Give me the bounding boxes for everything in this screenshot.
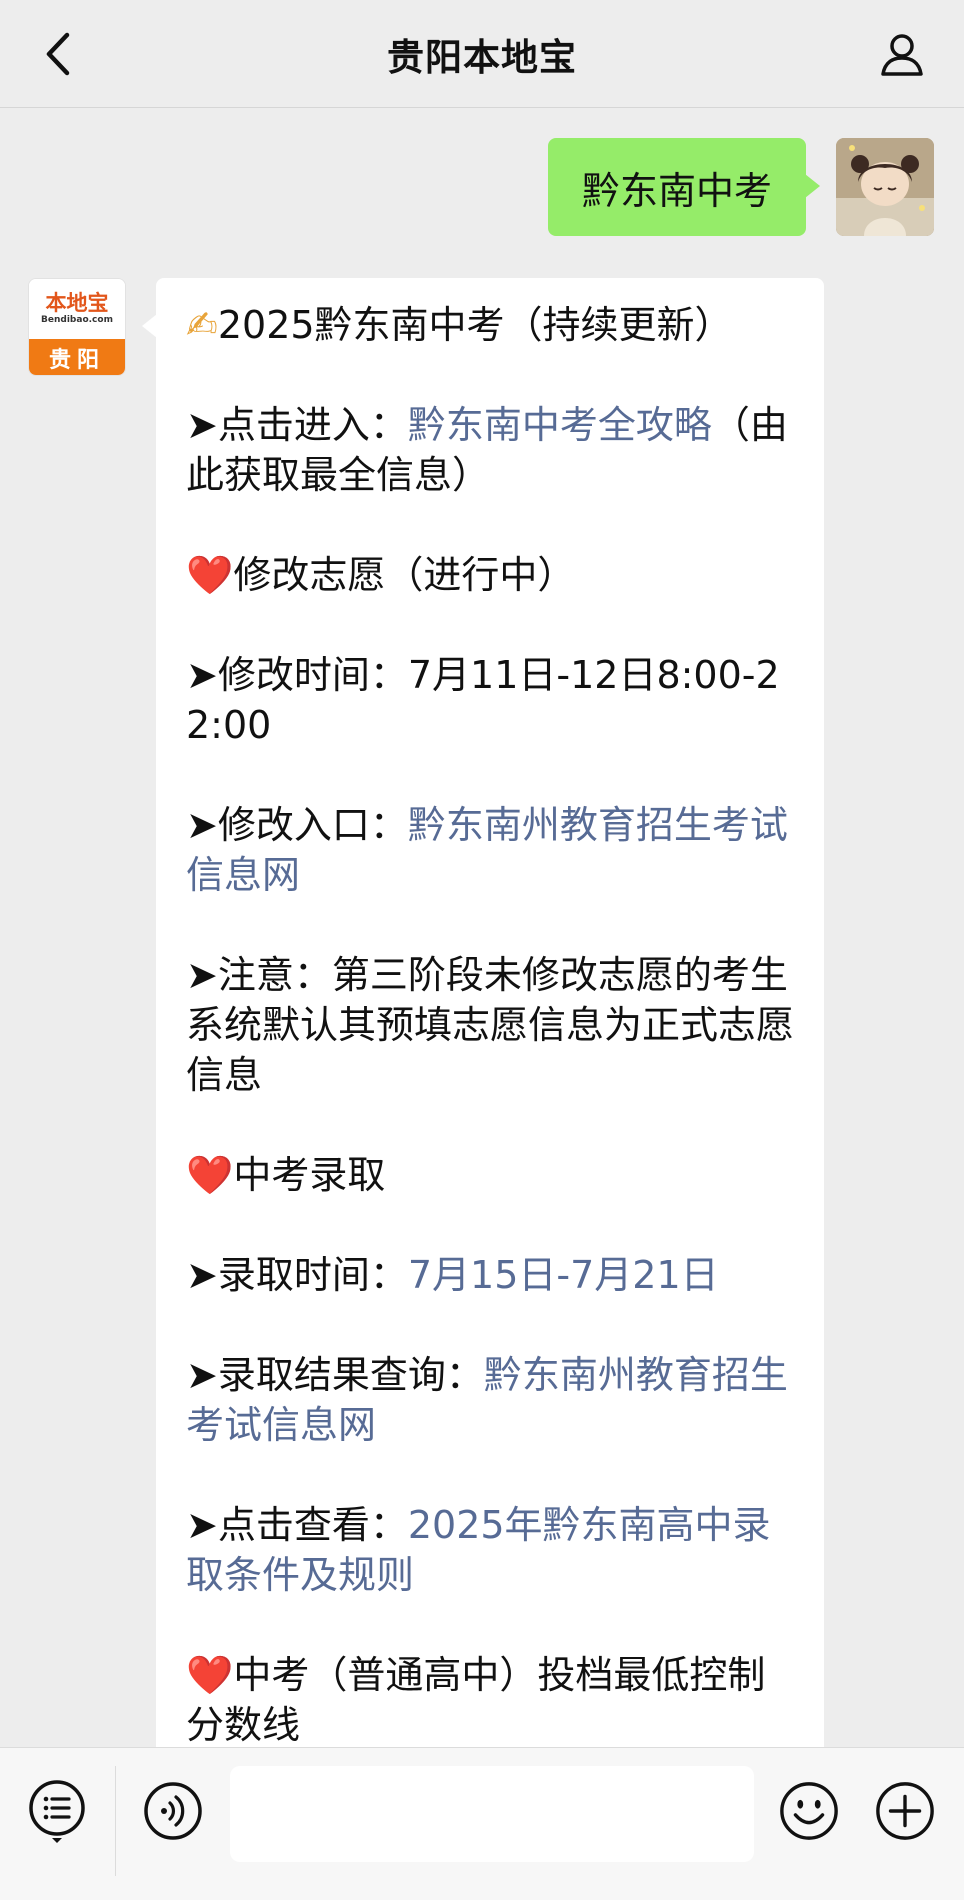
- message-input[interactable]: [230, 1766, 754, 1862]
- toolbar-divider: [115, 1766, 116, 1876]
- section-score-heading: ❤️中考（普通高中）投档最低控制分数线: [186, 1653, 766, 1747]
- bendibao-avatar[interactable]: 本地宝 Bendibao.com 贵阳: [28, 278, 126, 376]
- plus-button[interactable]: [874, 1780, 936, 1842]
- admit-time-link[interactable]: 7月15日-7月21日: [408, 1253, 719, 1297]
- modify-entry-line: ➤修改入口：黔东南州教育招生考试信息网: [186, 803, 788, 897]
- person-icon: [881, 34, 923, 76]
- list-menu-icon: [29, 1780, 85, 1843]
- logo-city: 贵阳: [29, 339, 125, 375]
- emoji-icon: [780, 1782, 838, 1840]
- bubble-tail: [142, 314, 157, 338]
- writing-hand-emoji: ✍: [186, 303, 218, 347]
- menu-button[interactable]: [26, 1780, 88, 1843]
- chat-title: 贵阳本地宝: [387, 35, 577, 79]
- view-rules-line: ➤点击查看：2025年黔东南高中录取条件及规则: [186, 1503, 771, 1597]
- message-title: ✍2025黔东南中考（持续更新）: [186, 303, 733, 347]
- plus-icon: [876, 1782, 934, 1840]
- incoming-message-bubble[interactable]: ✍2025黔东南中考（持续更新） ➤点击进入：黔东南中考全攻略（由此获取最全信息…: [156, 278, 824, 1758]
- outgoing-message-row: 黔东南中考: [547, 138, 934, 236]
- chat-input-toolbar: [0, 1747, 964, 1900]
- back-button[interactable]: [30, 26, 86, 82]
- logo-text-en: Bendibao.com: [41, 315, 113, 325]
- guide-link[interactable]: 黔东南中考全攻略: [408, 403, 712, 447]
- outgoing-message-bubble[interactable]: 黔东南中考: [547, 138, 821, 236]
- heart-emoji: ❤️: [186, 1153, 234, 1197]
- admit-result-line: ➤录取结果查询：黔东南州教育招生考试信息网: [186, 1353, 788, 1447]
- user-avatar-image: [836, 138, 934, 236]
- voice-icon: [144, 1782, 202, 1840]
- heart-emoji: ❤️: [186, 1653, 234, 1697]
- section-modify-heading: ❤️修改志愿（进行中）: [186, 553, 576, 597]
- top-nav-bar: 贵阳本地宝: [0, 0, 964, 108]
- outgoing-message-text: 黔东南中考: [581, 168, 772, 213]
- logo-text-cn: 本地宝: [45, 290, 109, 315]
- voice-button[interactable]: [142, 1780, 204, 1842]
- profile-button[interactable]: [874, 26, 930, 82]
- bendibao-logo: 本地宝 Bendibao.com: [29, 279, 125, 339]
- note-line: ➤注意：第三阶段未修改志愿的考生系统默认其预填志愿信息为正式志愿信息: [186, 953, 795, 1097]
- admit-time-line: ➤录取时间：7月15日-7月21日: [186, 1253, 719, 1297]
- entry-line: ➤点击进入：黔东南中考全攻略（由此获取最全信息）: [186, 403, 788, 497]
- emoji-button[interactable]: [778, 1780, 840, 1842]
- section-admission-heading: ❤️中考录取: [186, 1153, 386, 1197]
- heart-emoji: ❤️: [186, 553, 234, 597]
- modify-time-line: ➤修改时间：7月11日-12日8:00-22:00: [186, 653, 780, 747]
- chevron-left-icon: [46, 32, 70, 76]
- user-avatar[interactable]: [836, 138, 934, 236]
